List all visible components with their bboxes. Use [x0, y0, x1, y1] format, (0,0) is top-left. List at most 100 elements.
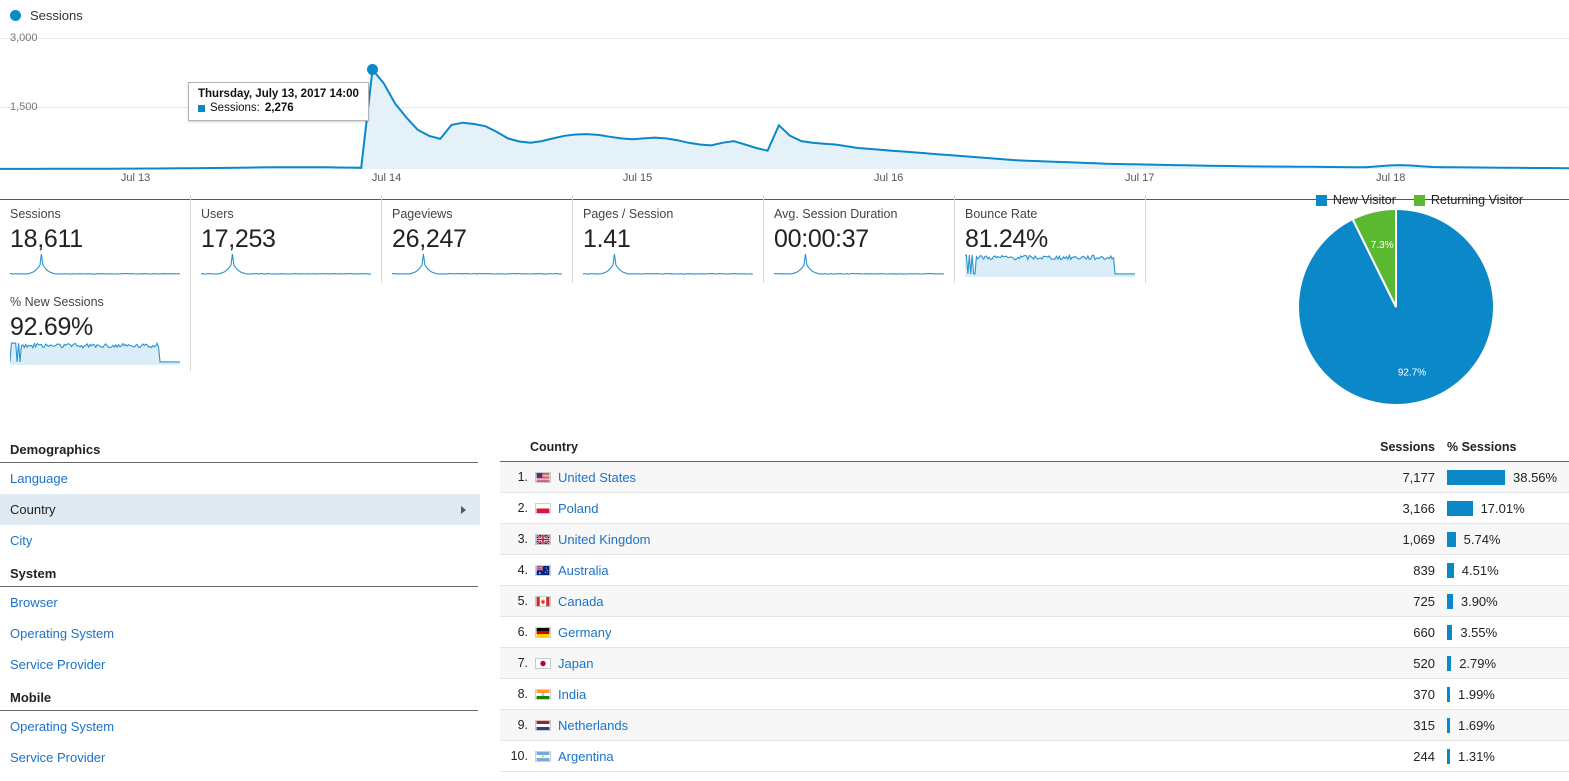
row-country-link[interactable]: Australia: [558, 563, 1329, 578]
sidebar-item-operating-system[interactable]: Operating System: [0, 618, 480, 649]
table-row[interactable]: 3. United Kingdom 1,069 5.74%: [500, 524, 1569, 555]
flag-in-icon: [528, 688, 558, 700]
row-rank: 9.: [517, 718, 528, 732]
dimension-group-title-system: System: [0, 556, 478, 587]
row-country-link[interactable]: United Kingdom: [558, 532, 1329, 547]
row-country-link[interactable]: Japan: [558, 656, 1329, 671]
header-pct-sessions[interactable]: % Sessions: [1439, 440, 1569, 454]
row-rank: 6.: [517, 625, 528, 639]
row-rank: 8.: [517, 687, 528, 701]
flag-jp-icon: [528, 657, 558, 669]
flag-gb-icon: [528, 533, 558, 545]
pct-text: 17.01%: [1480, 500, 1525, 516]
sidebar-item-service-provider[interactable]: Service Provider: [0, 649, 480, 680]
sidebar-item-label: Language: [10, 471, 68, 486]
row-pct-sessions: 4.51%: [1439, 562, 1569, 578]
metric-value: 26,247: [392, 225, 467, 253]
metric-card-users[interactable]: Users 17,253: [191, 195, 382, 283]
row-rank: 3.: [517, 532, 528, 546]
row-rank: 1.: [517, 470, 528, 484]
metric-card-pages-session[interactable]: Pages / Session 1.41: [573, 195, 764, 283]
table-row[interactable]: 1. United States 7,177 38.56%: [500, 462, 1569, 493]
pct-bar: [1447, 531, 1456, 547]
pie-legend-label: New Visitor: [1332, 193, 1396, 207]
sidebar-item-label: Browser: [10, 595, 58, 610]
flag-nl-icon: [528, 719, 558, 731]
row-country-link[interactable]: Canada: [558, 594, 1329, 609]
sidebar-item-language[interactable]: Language: [0, 463, 480, 494]
row-pct-sessions: 1.69%: [1439, 717, 1569, 733]
visitor-type-pie-chart[interactable]: 92.7% 7.3%: [1270, 207, 1569, 407]
row-country-link[interactable]: United States: [558, 470, 1329, 485]
x-axis-tick-1: Jul 14: [371, 172, 402, 184]
metric-cards-region: Sessions 18,611 Users 17,253 Pageviews 26,247…: [0, 195, 1240, 371]
row-pct-sessions: 1.31%: [1439, 748, 1569, 764]
pct-bar: [1447, 469, 1505, 485]
flag-de-icon: [528, 626, 558, 638]
pie-legend-item-1[interactable]: Returning Visitor: [1413, 193, 1524, 207]
row-country-link[interactable]: Poland: [558, 501, 1329, 516]
metric-label: Pageviews: [392, 207, 453, 221]
sidebar-item-country[interactable]: Country: [0, 494, 480, 525]
pct-text: 1.69%: [1458, 717, 1495, 733]
row-country-link[interactable]: Germany: [558, 625, 1329, 640]
flag-pl-icon: [528, 502, 558, 514]
pie-legend-swatch-icon: [1413, 194, 1425, 206]
table-row[interactable]: 5. Canada 725 3.90%: [500, 586, 1569, 617]
metric-card-bounce-rate[interactable]: Bounce Rate 81.24%: [955, 195, 1146, 283]
table-row[interactable]: 2. Poland 3,166 17.01%: [500, 493, 1569, 524]
sidebar-item-label: Operating System: [10, 626, 115, 641]
pie-legend-label: Returning Visitor: [1430, 193, 1524, 207]
metric-sparkline: [200, 251, 372, 277]
row-sessions-value: 244: [1413, 748, 1435, 764]
header-sessions[interactable]: Sessions: [1329, 440, 1439, 454]
row-country-link[interactable]: India: [558, 687, 1329, 702]
x-axis-tick-3: Jul 16: [873, 172, 904, 184]
sessions-chart-panel: Sessions 3,000 1,500 Jul 13 Jul 14 Jul 15 J…: [0, 0, 1569, 200]
metric-card-new-sessions[interactable]: % New Sessions 92.69%: [0, 283, 191, 371]
row-sessions-value: 839: [1413, 562, 1435, 578]
row-sessions-value: 3,166: [1402, 500, 1435, 516]
row-pct-sessions: 17.01%: [1439, 500, 1569, 516]
row-pct-sessions: 5.74%: [1439, 531, 1569, 547]
pie-legend-swatch-icon: [1315, 194, 1327, 206]
row-rank: 7.: [517, 656, 528, 670]
row-sessions-value: 660: [1413, 624, 1435, 640]
row-sessions-value: 7,177: [1402, 469, 1435, 485]
table-row[interactable]: 4. Australia 839 4.51%: [500, 555, 1569, 586]
sidebar-item-city[interactable]: City: [0, 525, 480, 556]
flag-ar-icon: [528, 750, 558, 762]
row-country-link[interactable]: Netherlands: [558, 718, 1329, 733]
sidebar-item-operating-system[interactable]: Operating System: [0, 711, 480, 742]
row-sessions-value: 725: [1413, 593, 1435, 609]
table-row[interactable]: 8. India 370 1.99%: [500, 679, 1569, 710]
header-country[interactable]: Country: [500, 440, 1329, 454]
row-country-link[interactable]: Argentina: [558, 749, 1329, 764]
tooltip-series-label: Sessions:: [210, 102, 260, 114]
table-row[interactable]: 9. Netherlands 315 1.69%: [500, 710, 1569, 741]
metric-card-sessions[interactable]: Sessions 18,611: [0, 195, 191, 283]
country-table: Country Sessions % Sessions 1. United Sta…: [500, 432, 1569, 772]
pct-text: 38.56%: [1513, 469, 1558, 485]
pct-bar: [1447, 593, 1453, 609]
pie-legend-item-0[interactable]: New Visitor: [1315, 193, 1396, 207]
metric-label: % New Sessions: [10, 295, 104, 309]
row-rank: 2.: [517, 501, 528, 515]
metric-value: 81.24%: [965, 225, 1048, 253]
sidebar-item-label: Operating System: [10, 719, 115, 734]
table-row[interactable]: 10. Argentina 244 1.31%: [500, 741, 1569, 772]
sidebar-item-service-provider[interactable]: Service Provider: [0, 742, 480, 773]
flag-au-icon: [528, 564, 558, 576]
metric-card-avg-session-duration[interactable]: Avg. Session Duration 00:00:37: [764, 195, 955, 283]
row-sessions-value: 315: [1413, 717, 1435, 733]
table-row[interactable]: 7. Japan 520 2.79%: [500, 648, 1569, 679]
table-row[interactable]: 6. Germany 660 3.55%: [500, 617, 1569, 648]
pct-text: 3.90%: [1460, 593, 1498, 609]
dimension-group-title-mobile: Mobile: [0, 680, 478, 711]
sidebar-item-label: Service Provider: [10, 750, 106, 765]
flag-ca-icon: [528, 595, 558, 607]
pct-text: 2.79%: [1459, 655, 1497, 671]
pct-bar: [1447, 686, 1450, 702]
sidebar-item-browser[interactable]: Browser: [0, 587, 480, 618]
metric-card-pageviews[interactable]: Pageviews 26,247: [382, 195, 573, 283]
